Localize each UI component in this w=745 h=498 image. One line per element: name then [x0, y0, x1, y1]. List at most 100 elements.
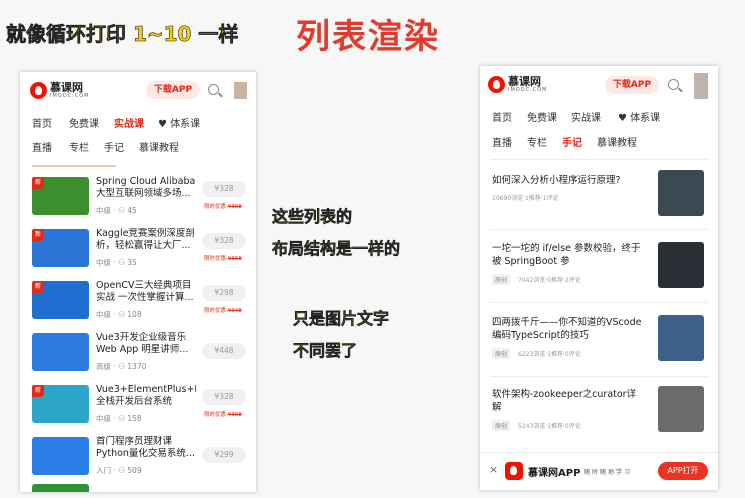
user-icon: ⚇ — [118, 258, 125, 267]
nav-underline — [32, 165, 116, 167]
article-image — [658, 242, 704, 288]
course-promo: 限时优惠 ¥368 — [204, 256, 242, 262]
user-icon: ⚇ — [118, 362, 125, 371]
left-phone-panel: 慕课网 IMOOC.COM 下载APP 首页 免费课 实战课 ♥ 体系课 直播 … — [20, 72, 256, 492]
new-badge: 新 — [32, 385, 44, 397]
app-promo-bar: × 慕课网APP 随时随地学习 APP打开 — [480, 452, 718, 490]
course-meta: 高级 · ⚇ 1370 — [96, 362, 147, 371]
article-title: 四两拨千斤——你不知道的VScode编码TypeScript的技巧 — [492, 317, 642, 341]
nav-item-tutorial[interactable]: 慕课教程 — [139, 139, 179, 154]
article-image — [658, 315, 704, 361]
close-icon[interactable]: × — [489, 463, 498, 476]
brand-name: 慕课网 — [50, 81, 83, 94]
nav-item-column[interactable]: 专栏 — [69, 139, 89, 154]
article-tag: 原创 — [492, 348, 511, 359]
brand-logo[interactable]: 慕课网 IMOOC.COM — [30, 82, 89, 99]
course-promo: 限时优惠 ¥368 — [204, 412, 242, 418]
course-price: ¥299 — [202, 447, 246, 463]
annotation-line4: 不同罢了 — [293, 341, 358, 361]
article-meta: 5243浏览·1推荐·0评论 — [518, 423, 581, 430]
course-title: Vue3+ElementPlus+Koa2 全栈开发后台系统 — [96, 384, 196, 407]
article-row[interactable]: 如何深入分析小程序运行原理? 10690浏览·1推荐·1评论 — [480, 166, 718, 226]
course-price: ¥328 — [202, 233, 246, 249]
course-title: Spring Cloud Alibaba 大型互联网领域多场... — [96, 176, 196, 199]
heart-icon: ♥ — [158, 119, 167, 130]
nav-item-live[interactable]: 直播 — [492, 134, 512, 149]
course-row[interactable]: 新 OpenCV三大经典项目实战 一次性掌握计算... 中级 · ⚇ 108 ¥… — [20, 276, 256, 326]
annotation-line2: 布局结构是一样的 — [272, 239, 401, 259]
course-row[interactable]: 新 Spring Cloud Alibaba 大型互联网领域多场... 中级 ·… — [20, 172, 256, 222]
nav-item-notes[interactable]: 手记 — [104, 139, 124, 154]
flame-icon — [30, 82, 47, 99]
open-app-button[interactable]: APP打开 — [658, 462, 708, 480]
course-price: ¥448 — [202, 343, 246, 359]
course-meta: 中级 · ⚇ 108 — [96, 310, 142, 319]
divider — [490, 159, 708, 160]
brand-name: 慕课网 — [508, 75, 541, 88]
nav-item-home[interactable]: 首页 — [32, 115, 52, 130]
article-row[interactable]: 四两拨千斤——你不知道的VScode编码TypeScript的技巧 原创 622… — [480, 310, 718, 376]
article-image — [658, 170, 704, 216]
course-row[interactable]: Vue3开发企业级音乐Web App 明星讲师... 高级 · ⚇ 1370 ¥… — [20, 328, 256, 378]
brand-logo[interactable]: 慕课网 IMOOC.COM — [488, 76, 547, 93]
app-slogan: 随时随地学习 — [584, 469, 633, 476]
nav-item-system[interactable]: ♥ 体系课 — [618, 109, 660, 124]
course-row[interactable]: 新 Kaggle竞赛案例深度剖析，轻松赢得让大厂... 中级 · ⚇ 35 ¥3… — [20, 224, 256, 274]
nav-item-column[interactable]: 专栏 — [527, 134, 547, 149]
course-meta: 中级 · ⚇ 158 — [96, 414, 142, 423]
article-tag: 原创 — [492, 274, 511, 285]
new-badge: 新 — [32, 281, 44, 293]
brand-sub: IMOOC.COM — [508, 87, 548, 93]
avatar[interactable] — [234, 82, 247, 99]
new-badge: 新 — [32, 229, 44, 241]
course-list: 新 Spring Cloud Alibaba 大型互联网领域多场... 中级 ·… — [20, 172, 256, 492]
nav-item-free[interactable]: 免费课 — [69, 115, 99, 130]
course-meta: 中级 · ⚇ 45 — [96, 206, 137, 215]
nav-item-system-label: 体系课 — [630, 113, 661, 124]
article-row[interactable]: 软件架构-zookeeper之curator详解 原创 5243浏览·1推荐·0… — [480, 382, 718, 448]
course-thumbnail — [32, 437, 89, 475]
headline-big: 列表渲染 — [296, 17, 440, 57]
divider — [490, 302, 708, 303]
course-promo: 限时优惠 ¥368 — [204, 204, 242, 210]
course-thumbnail — [32, 333, 89, 371]
search-icon[interactable] — [208, 84, 219, 95]
new-badge: 新 — [32, 177, 44, 189]
article-tag: 原创 — [492, 420, 511, 431]
annotation-line3: 只是图片文字 — [293, 309, 390, 329]
download-app-button[interactable]: 下载APP — [146, 81, 200, 99]
course-title: 首门程序员理财课 Python量化交易系统... — [96, 436, 195, 459]
course-title: Vue3开发企业级音乐Web App 明星讲师... — [96, 332, 189, 355]
nav-item-practical[interactable]: 实战课 — [571, 109, 601, 124]
user-icon: ⚇ — [118, 206, 125, 215]
app-name: 慕课网APP — [528, 468, 581, 479]
course-meta: 入门 · ⚇ 509 — [96, 466, 142, 475]
nav-item-practical[interactable]: 实战课 — [114, 115, 144, 130]
nav-item-system-label: 体系课 — [170, 119, 201, 130]
nav-item-system[interactable]: ♥ 体系课 — [158, 115, 200, 130]
course-meta: 中级 · ⚇ 35 — [96, 258, 137, 267]
app-icon — [505, 462, 523, 480]
course-title: OpenCV三大经典项目实战 一次性掌握计算... — [96, 280, 194, 303]
headline-small: 就像循环打印 1~10 一样 — [6, 22, 239, 47]
course-row[interactable]: 新 Vue3+ElementPlus+Koa2 全栈开发后台系统 中级 · ⚇ … — [20, 380, 256, 430]
nav-item-free[interactable]: 免费课 — [527, 109, 557, 124]
download-app-button[interactable]: 下载APP — [605, 76, 659, 94]
article-title: 软件架构-zookeeper之curator详解 — [492, 389, 637, 413]
article-meta: 10690浏览·1推荐·1评论 — [492, 195, 559, 202]
article-row[interactable]: 一坨一坨的 if/else 参数校验，终于被 SpringBoot 参 原创 7… — [480, 236, 718, 302]
avatar[interactable] — [694, 73, 708, 99]
nav-item-notes[interactable]: 手记 — [562, 134, 582, 149]
user-icon: ⚇ — [118, 414, 125, 423]
divider — [490, 376, 708, 377]
search-icon[interactable] — [668, 79, 679, 90]
nav-item-live[interactable]: 直播 — [32, 139, 52, 154]
course-row[interactable]: 首门程序员理财课 Python量化交易系统... 入门 · ⚇ 509 ¥299 — [20, 432, 256, 482]
nav-item-home[interactable]: 首页 — [492, 109, 512, 124]
course-price: ¥298 — [202, 285, 246, 301]
nav-item-tutorial[interactable]: 慕课教程 — [597, 134, 637, 149]
flame-icon — [488, 76, 505, 93]
user-icon: ⚇ — [118, 310, 125, 319]
article-title: 如何深入分析小程序运行原理? — [492, 175, 621, 186]
annotation-line1: 这些列表的 — [272, 207, 353, 227]
